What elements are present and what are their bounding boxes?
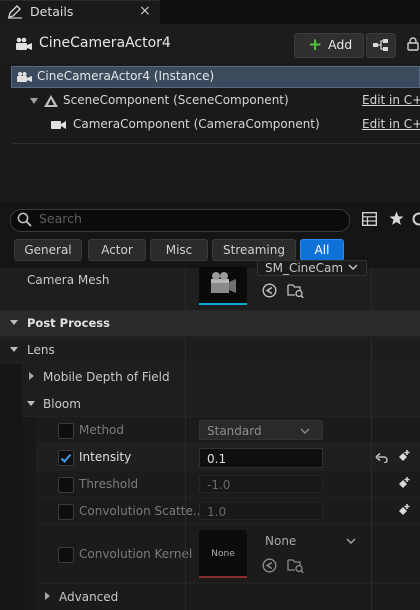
mobile-dof-label: Mobile Depth of Field xyxy=(43,370,170,384)
method-dropdown[interactable]: Standard xyxy=(199,420,323,440)
collapse-arrow-icon xyxy=(9,346,19,353)
use-selected-asset-icon[interactable] xyxy=(262,558,277,573)
threshold-label: Threshold xyxy=(79,477,139,491)
camera-component-icon xyxy=(51,120,67,130)
category-all[interactable]: All xyxy=(300,239,344,261)
pencil-icon xyxy=(7,5,23,19)
edit-in-cpp-link[interactable]: Edit in C++ xyxy=(362,117,420,131)
collapse-arrow-icon[interactable] xyxy=(29,97,39,105)
threshold-input[interactable]: -1.0 xyxy=(199,475,323,493)
use-selected-asset-icon[interactable] xyxy=(262,283,277,298)
add-button-label: Add xyxy=(328,37,353,52)
chevron-down-icon xyxy=(346,538,356,544)
actor-name: CineCameraActor4 xyxy=(39,35,171,51)
keyframe-diamond-icon[interactable] xyxy=(396,450,411,465)
table-view-icon[interactable] xyxy=(362,212,377,226)
category-misc[interactable]: Misc xyxy=(150,239,208,261)
override-convolution-kernel-checkbox[interactable] xyxy=(58,547,74,563)
expand-arrow-icon xyxy=(28,371,35,381)
camera-mesh-dropdown[interactable]: SM_CineCam xyxy=(257,260,367,276)
convolution-kernel-value: None xyxy=(265,534,297,548)
search-icon xyxy=(17,212,32,227)
expand-arrow-icon xyxy=(44,591,51,601)
thumbnail-accent-bar xyxy=(199,303,247,305)
blueprint-hierarchy-icon xyxy=(372,38,390,52)
lock-icon xyxy=(406,37,420,51)
settings-gear-icon[interactable] xyxy=(412,212,420,226)
chevron-down-icon xyxy=(300,428,310,434)
column-splitter[interactable] xyxy=(371,268,372,610)
favorite-star-icon[interactable] xyxy=(389,211,404,226)
indent-gutter xyxy=(0,364,22,610)
browse-asset-icon[interactable] xyxy=(287,282,304,298)
lock-button[interactable] xyxy=(398,33,420,56)
advanced-label: Advanced xyxy=(59,590,119,604)
convolution-kernel-label: Convolution Kernel xyxy=(79,547,193,561)
category-bloom[interactable] xyxy=(22,391,420,417)
collapse-arrow-icon xyxy=(26,400,36,407)
camera-mesh-label: Camera Mesh xyxy=(27,273,110,287)
tree-item-instance-label: CineCameraActor4 (Instance) xyxy=(37,69,215,83)
category-lens-label: Lens xyxy=(27,343,55,357)
keyframe-diamond-icon[interactable] xyxy=(396,477,411,492)
category-actor[interactable]: Actor xyxy=(88,239,146,261)
blueprint-button[interactable] xyxy=(366,33,396,58)
intensity-label: Intensity xyxy=(79,450,132,464)
tree-item-camera-component[interactable]: CameraComponent (CameraComponent) xyxy=(73,117,320,131)
method-value: Standard xyxy=(207,424,262,438)
plus-icon: + xyxy=(308,35,323,55)
edit-in-cpp-link[interactable]: Edit in C++ xyxy=(362,93,420,107)
camera-actor-icon xyxy=(16,71,34,83)
override-method-checkbox[interactable] xyxy=(58,423,74,439)
convolution-kernel-dropdown[interactable]: None xyxy=(258,531,366,551)
section-post-process-label: Post Process xyxy=(27,316,110,330)
tab-title: Details xyxy=(30,4,74,19)
camera-mesh-icon xyxy=(207,271,239,299)
collapse-arrow-icon xyxy=(9,319,19,326)
category-streaming[interactable]: Streaming xyxy=(212,239,296,261)
checkmark-icon xyxy=(60,452,72,464)
thumbnail-accent-bar xyxy=(199,576,247,578)
indent-gutter xyxy=(22,416,36,610)
camera-actor-icon xyxy=(15,37,33,51)
divider xyxy=(12,143,420,144)
category-general[interactable]: General xyxy=(14,239,82,261)
method-label: Method xyxy=(79,423,125,437)
intensity-input[interactable]: 0.1 xyxy=(199,448,323,468)
add-component-button[interactable]: + Add xyxy=(294,33,364,58)
scene-component-icon xyxy=(43,94,59,108)
reset-to-default-icon[interactable] xyxy=(375,452,389,463)
category-lens[interactable] xyxy=(0,337,420,364)
keyframe-diamond-icon[interactable] xyxy=(396,504,411,519)
tree-item-scene-component[interactable]: SceneComponent (SceneComponent) xyxy=(63,93,289,107)
camera-mesh-value: SM_CineCam xyxy=(265,261,344,275)
search-placeholder: Search xyxy=(39,211,82,226)
override-convolution-scatter-checkbox[interactable] xyxy=(58,504,74,520)
override-intensity-checkbox[interactable] xyxy=(58,450,74,466)
browse-asset-icon[interactable] xyxy=(287,557,304,573)
kernel-thumbnail-label: None xyxy=(211,549,235,559)
convolution-kernel-thumbnail[interactable]: None xyxy=(199,530,247,577)
camera-mesh-thumbnail[interactable] xyxy=(199,267,247,305)
column-splitter[interactable] xyxy=(185,268,186,610)
convolution-scatter-input[interactable]: 1.0 xyxy=(199,502,323,520)
chevron-down-icon xyxy=(348,264,358,270)
override-threshold-checkbox[interactable] xyxy=(58,477,74,493)
tab-details[interactable] xyxy=(0,0,160,25)
close-icon[interactable]: × xyxy=(139,3,151,19)
bloom-label: Bloom xyxy=(43,397,81,411)
